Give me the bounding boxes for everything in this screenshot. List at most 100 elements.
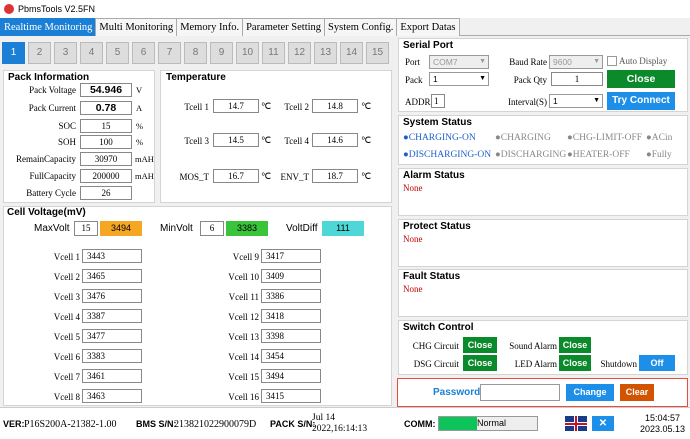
tab-export-datas[interactable]: Export Datas xyxy=(396,18,460,36)
pack-button-12[interactable]: 12 xyxy=(288,42,311,64)
vcell-value: 3476 xyxy=(82,289,142,303)
vcell-label: Vcell 4 xyxy=(53,312,80,322)
clock-date: 2023.05.13 xyxy=(640,424,686,434)
tab-system-config[interactable]: System Config. xyxy=(324,18,398,36)
protect-status-value: None xyxy=(403,234,423,244)
password-panel: Password Change Clear xyxy=(397,378,688,407)
pack-button-5[interactable]: 5 xyxy=(106,42,129,64)
clear-password-button[interactable]: Clear xyxy=(620,384,654,401)
tcell3-value: 14.5 xyxy=(213,133,259,147)
temperature-title: Temperature xyxy=(166,72,226,83)
window-title: PbmsTools V2.5FN xyxy=(18,4,96,14)
main-tabs: Realtime Monitoring Multi Monitoring Mem… xyxy=(0,18,690,36)
vcell-value: 3417 xyxy=(261,249,321,263)
pack-button-14[interactable]: 14 xyxy=(340,42,363,64)
password-input[interactable] xyxy=(480,384,560,401)
bms-sn-value: 213821022900079D xyxy=(174,419,257,430)
change-password-button[interactable]: Change xyxy=(566,384,614,401)
addr-input[interactable]: 1 xyxy=(431,94,445,108)
soh-unit: % xyxy=(136,137,144,147)
chg-circuit-button[interactable]: Close xyxy=(463,337,497,353)
pack-button-4[interactable]: 4 xyxy=(80,42,103,64)
pack-button-11[interactable]: 11 xyxy=(262,42,285,64)
close-port-button[interactable]: Close xyxy=(607,70,675,88)
tab-realtime-monitoring[interactable]: Realtime Monitoring xyxy=(0,18,97,36)
acin-status: ●ACin xyxy=(646,133,673,143)
vcell-value: 3494 xyxy=(261,369,321,383)
pack-button-7[interactable]: 7 xyxy=(158,42,181,64)
max-volt-index: 15 xyxy=(74,221,98,236)
full-capacity-value: 200000 xyxy=(80,169,132,183)
battery-cycle-label: Battery Cycle xyxy=(26,188,76,198)
pack-information-title: Pack Information xyxy=(8,72,90,83)
temperature-panel: Temperature Tcell 1 14.7 ℃ Tcell 2 14.8 … xyxy=(160,70,392,203)
vcell-label: Vcell 3 xyxy=(53,292,80,302)
chevron-down-icon: ▼ xyxy=(479,75,486,82)
pack-select[interactable]: 1 ▼ xyxy=(429,72,489,86)
fault-status-panel: Fault Status None xyxy=(398,269,688,317)
pack-button-6[interactable]: 6 xyxy=(132,42,155,64)
title-bar: PbmsTools V2.5FN xyxy=(0,0,690,18)
serial-port-panel: Serial Port Port COM7 ▼ Baud Rate 9600 ▼ A… xyxy=(398,38,688,112)
pack-button-3[interactable]: 3 xyxy=(54,42,77,64)
pack-button-2[interactable]: 2 xyxy=(28,42,51,64)
try-connect-button[interactable]: Try Connect xyxy=(607,92,675,110)
tcell4-value: 14.6 xyxy=(312,133,358,147)
vcell-label: Vcell 2 xyxy=(53,272,80,282)
fault-status-title: Fault Status xyxy=(403,271,461,282)
tab-parameter-setting[interactable]: Parameter Setting xyxy=(242,18,326,36)
mos-temp-label: MOS_T xyxy=(179,172,209,182)
pack-voltage-unit: V xyxy=(136,85,143,95)
tab-multi-monitoring[interactable]: Multi Monitoring xyxy=(95,18,178,36)
addr-label: ADDR xyxy=(405,97,431,107)
pack-button-10[interactable]: 10 xyxy=(236,42,259,64)
bms-sn-label: BMS S/N: xyxy=(136,419,177,429)
interval-select[interactable]: 1 ▼ xyxy=(549,94,603,108)
pack-label: Pack xyxy=(405,75,423,85)
pack-qty-input[interactable]: 1 xyxy=(551,72,603,86)
pack-button-15[interactable]: 15 xyxy=(366,42,389,64)
protect-status-title: Protect Status xyxy=(403,221,471,232)
cell-voltage-panel: Cell Voltage(mV) MaxVolt 15 3494 MinVolt… xyxy=(3,206,392,406)
charging-on-status: ●CHARGING-ON xyxy=(403,133,476,143)
volt-diff-label: VoltDiff xyxy=(286,223,318,234)
chinese-language-icon[interactable]: ✕ xyxy=(592,416,614,431)
interval-label: Interval(S) xyxy=(508,97,547,107)
vcell-value: 3463 xyxy=(82,389,142,403)
english-flag-icon[interactable] xyxy=(565,416,587,431)
dsg-circuit-label: DSG Circuit xyxy=(413,359,459,369)
env-temp-value: 18.7 xyxy=(312,169,358,183)
pack-sn-line1: Jul 14 xyxy=(312,413,335,423)
baud-rate-select[interactable]: 9600 ▼ xyxy=(549,55,603,69)
vcell-value: 3418 xyxy=(261,309,321,323)
dsg-circuit-button[interactable]: Close xyxy=(463,355,497,371)
tab-memory-info[interactable]: Memory Info. xyxy=(176,18,244,36)
shutdown-button[interactable]: Off xyxy=(639,355,675,371)
app-logo-icon xyxy=(4,4,14,14)
pack-button-1[interactable]: 1 xyxy=(2,42,25,64)
pack-sn-label: PACK S/N: xyxy=(270,419,316,429)
charging-status: ●CHARGING xyxy=(495,133,551,143)
port-label: Port xyxy=(405,57,421,67)
soh-label: SOH xyxy=(57,137,76,147)
sound-alarm-button[interactable]: Close xyxy=(559,337,591,353)
tcell1-value: 14.7 xyxy=(213,99,259,113)
pack-button-13[interactable]: 13 xyxy=(314,42,337,64)
mos-temp-value: 16.7 xyxy=(213,169,259,183)
auto-display-checkbox[interactable] xyxy=(607,56,617,66)
cell-voltage-title: Cell Voltage(mV) xyxy=(7,207,86,218)
led-alarm-button[interactable]: Close xyxy=(559,355,591,371)
system-status-panel: System Status ●CHARGING-ON ●CHARGING ●CH… xyxy=(398,115,688,165)
min-volt-index: 6 xyxy=(200,221,224,236)
pack-button-9[interactable]: 9 xyxy=(210,42,233,64)
password-label: Password xyxy=(433,387,481,398)
tcell3-label: Tcell 3 xyxy=(184,136,209,146)
pack-button-8[interactable]: 8 xyxy=(184,42,207,64)
thermometer-icon: ℃ xyxy=(361,101,372,111)
env-temp-label: ENV_T xyxy=(280,172,310,182)
remain-capacity-unit: mAH xyxy=(135,154,154,164)
port-select[interactable]: COM7 ▼ xyxy=(429,55,489,69)
shutdown-label: Shutdown xyxy=(600,359,637,369)
comm-status-text: Normal xyxy=(477,418,507,428)
soh-value: 100 xyxy=(80,135,132,149)
